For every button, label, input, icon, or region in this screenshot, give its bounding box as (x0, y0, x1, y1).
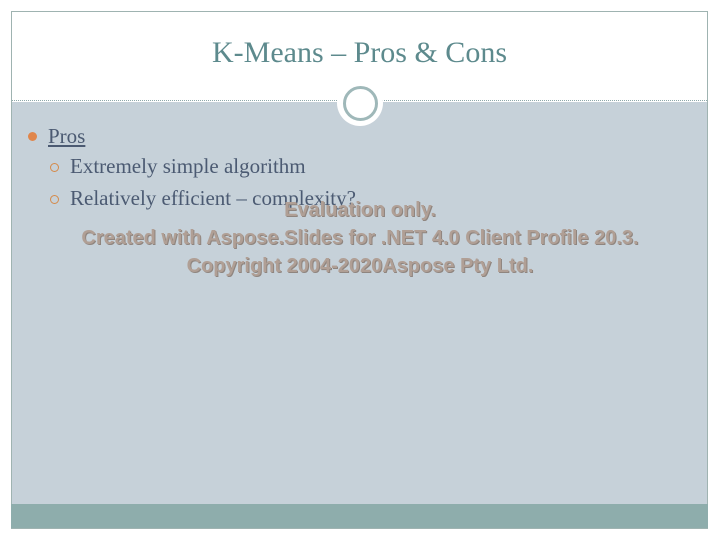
circle-ornament-icon (337, 80, 383, 126)
bullet-dot-icon (28, 132, 37, 141)
slide-title: K-Means – Pros & Cons (211, 36, 507, 69)
watermark-line: Evaluation only. (284, 199, 436, 221)
bullet-label: Pros (48, 124, 86, 148)
ring-icon (343, 86, 378, 121)
watermark-line: Created with Aspose.Slides for .NET 4.0 … (81, 227, 639, 249)
bullet-ring-icon (50, 163, 59, 172)
list-item: Pros (26, 124, 686, 154)
list-item: Extremely simple algorithm (26, 154, 686, 186)
evaluation-watermark: Evaluation only. Created with Aspose.Sli… (0, 196, 720, 280)
sub-bullet-label: Extremely simple algorithm (70, 154, 306, 178)
footer-bar (11, 504, 708, 528)
watermark-line: Copyright 2004-2020Aspose Pty Ltd. (186, 255, 534, 277)
